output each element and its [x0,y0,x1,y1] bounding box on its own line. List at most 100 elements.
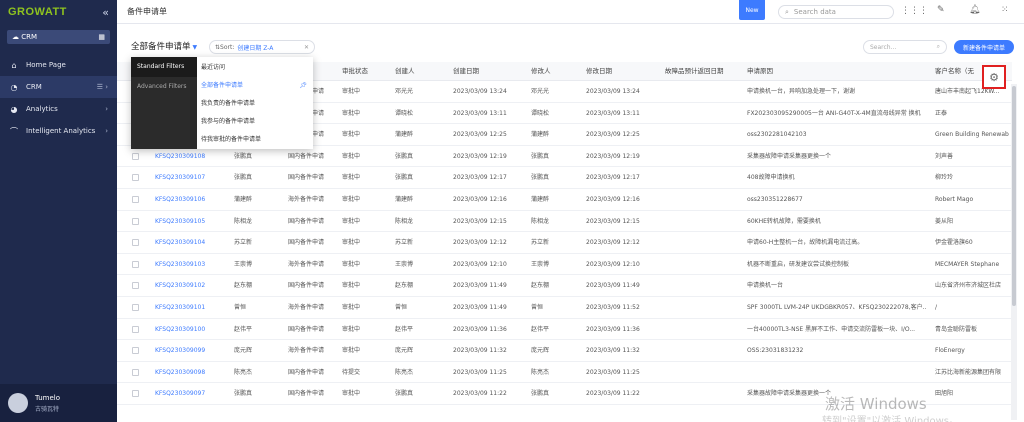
cell-code[interactable]: KFSQ230309099 [155,340,205,361]
table-row[interactable]: KFSQ230309103 王崇博 海外备件申请 审批中 王崇博 2023/03/09 1… [117,254,1012,276]
cell-creator: 苏立新 [395,239,414,247]
cell-customer: Robert Mago [935,195,974,203]
scrollbar-thumb[interactable] [1012,86,1016,306]
column-header-modifier[interactable]: 修改人 [531,62,551,81]
cell-creator: 张鹏真 [395,152,414,160]
sidebar-item-intelligent-analytics[interactable]: ⌒ Intelligent Analytics › [0,120,117,142]
vertical-scrollbar[interactable] [1011,84,1017,420]
table-row[interactable]: KFSQ230309101 曾恒 海外备件申请 审批中 曾恒 2023/03/09 11:… [117,297,1012,319]
growatt-logo: GROWATT [8,6,67,18]
option-all-requests[interactable]: 全部备件申请单 📌︎ [197,77,313,95]
cell-type: 海外备件申请 [288,347,325,355]
sidebar-item-analytics[interactable]: ◕ Analytics › [0,98,117,120]
cell-owner: 张鹏真 [234,174,253,182]
cell-created-date: 2023/03/09 12:25 [453,131,507,139]
cell-modified-date: 2023/03/09 11:49 [586,282,640,290]
table-row[interactable]: KFSQ230309100 赵伟平 国内备件申请 审批中 赵伟平 2023/03/09 1… [117,319,1012,341]
apps-grid-icon[interactable]: ⋮⋮⋮ [901,6,928,16]
cell-code[interactable]: KFSQ230309098 [155,362,205,383]
row-checkbox[interactable] [132,303,139,311]
option-recent[interactable]: 最近访问 [197,59,313,77]
cell-modifier: 蒲建醉 [531,131,550,139]
menu-icon[interactable]: ☰ › [97,83,108,91]
cell-created-date: 2023/03/09 11:32 [453,347,507,355]
global-search-input[interactable]: ⌕ Search data [778,5,894,19]
table-row[interactable]: KFSQ230309106 蒲建醉 海外备件申请 审批中 蒲建醉 2023/03/09 1… [117,189,1012,211]
bell-icon[interactable]: 🔔︎ [969,5,980,15]
cell-code[interactable]: KFSQ230309103 [155,254,205,275]
cell-code[interactable]: KFSQ230309101 [155,297,205,318]
cell-owner: 赵伟平 [234,325,253,333]
row-checkbox[interactable] [132,217,139,225]
collapse-sidebar-icon[interactable]: « [102,6,109,19]
new-button[interactable]: New [739,0,765,20]
standard-filters-tab[interactable]: Standard Filters [131,57,197,77]
pin-icon[interactable]: 📌︎ [299,77,307,95]
table-row[interactable]: KFSQ230309099 庞元辉 海外备件申请 审批中 庞元辉 2023/03/09 1… [117,340,1012,362]
table-row[interactable]: KFSQ230309105 陈相龙 国内备件申请 审批中 陈相龙 2023/03/09 1… [117,211,1012,233]
column-header-customer[interactable]: 客户名称（无 [935,62,981,81]
line-chart-icon: ⌒ [10,126,18,136]
cell-customer: 江苏比海新能源集团有限 [935,368,1002,376]
app-launcher-icon[interactable]: ⁙ [1001,5,1009,15]
module-switcher[interactable]: ☁ CRM ▦ [7,30,110,44]
row-checkbox[interactable] [132,152,139,160]
cell-creator: 蒲建醉 [395,195,414,203]
cell-owner: 王崇博 [234,260,253,268]
option-my-owned[interactable]: 我负责的备件申请单 [197,95,313,113]
new-spare-part-request-button[interactable]: 新建备件申请单 [954,40,1014,54]
cell-modified-date: 2023/03/09 12:15 [586,217,640,225]
option-my-participated[interactable]: 我参与的备件申请单 [197,113,313,131]
dashboard-icon[interactable]: ▦ [98,33,105,41]
table-row[interactable]: KFSQ230309108 张鹏真 国内备件申请 审批中 张鹏真 2023/03/09 1… [117,146,1012,168]
list-search-placeholder: Search... [870,43,897,51]
column-header-created-date[interactable]: 创建日期 [453,62,479,81]
row-checkbox[interactable] [132,260,139,268]
cell-code[interactable]: KFSQ230309097 [155,383,205,404]
column-header-reason[interactable]: 申请原因 [747,62,773,81]
cell-code[interactable]: KFSQ230309102 [155,275,205,296]
option-pending-approval[interactable]: 待我审批的备件申请单 [197,131,313,149]
list-search-input[interactable]: Search... ⌕ [863,40,947,54]
cell-code[interactable]: KFSQ230309104 [155,232,205,253]
table-row[interactable]: KFSQ230309102 赵东棚 国内备件申请 审批中 赵东棚 2023/03/09 1… [117,275,1012,297]
row-checkbox[interactable] [132,239,139,247]
option-label: 全部备件申请单 [201,82,244,89]
advanced-filters-tab[interactable]: Advanced Filters [131,77,197,97]
cell-customer: 伊金霍洛旗60 [935,239,973,247]
cell-status: 待提交 [342,368,361,376]
table-row[interactable]: KFSQ230309107 张鹏真 国内备件申请 审批中 张鹏真 2023/03/09 1… [117,167,1012,189]
windows-activation-hint: 转到"设置"以激活 Windows。 [822,416,960,422]
sort-chip[interactable]: ⇅ Sort: 创建日期 Z-A ✕ [209,40,315,54]
close-icon[interactable]: ✕ [304,44,309,51]
sidebar-item-crm[interactable]: ◔ CRM ☰ › [0,76,117,98]
row-checkbox[interactable] [132,195,139,203]
row-checkbox[interactable] [132,368,139,376]
table-row[interactable]: KFSQ230309104 苏立新 国内备件申请 审批中 苏立新 2023/03/09 1… [117,232,1012,254]
sidebar-item-home[interactable]: ⌂ Home Page [0,54,117,76]
row-checkbox[interactable] [132,174,139,182]
column-header-creator[interactable]: 创建人 [395,62,415,81]
row-checkbox[interactable] [132,282,139,290]
cell-modifier: 曾恒 [531,303,544,311]
cell-status: 审批中 [342,347,361,355]
column-header-return-date[interactable]: 故障品预计返回日期 [665,62,724,81]
notes-icon[interactable]: ✎ [937,5,945,15]
row-checkbox[interactable] [132,325,139,333]
column-header-modified-date[interactable]: 修改日期 [586,62,612,81]
cell-code[interactable]: KFSQ230309105 [155,211,205,232]
crm-icon: ◔ [10,82,18,92]
cell-type: 海外备件申请 [288,260,325,268]
cell-code[interactable]: KFSQ230309100 [155,319,205,340]
row-checkbox[interactable] [132,390,139,398]
cell-code[interactable]: KFSQ230309106 [155,189,205,210]
settings-gear-icon[interactable]: ⚙ [982,65,1006,89]
cell-code[interactable]: KFSQ230309107 [155,167,205,188]
cell-status: 审批中 [342,390,361,398]
list-view-selector[interactable]: 全部备件申请单 ▼ [131,40,197,52]
table-row[interactable]: KFSQ230309098 陈亮杰 国内备件申请 待提交 陈亮杰 2023/03/09 1… [117,362,1012,384]
user-profile[interactable]: Tumelo 古骑瓦特 [0,384,117,422]
page-title: 备件申请单 [127,7,167,16]
column-header-status[interactable]: 审批状态 [342,62,368,81]
row-checkbox[interactable] [132,347,139,355]
